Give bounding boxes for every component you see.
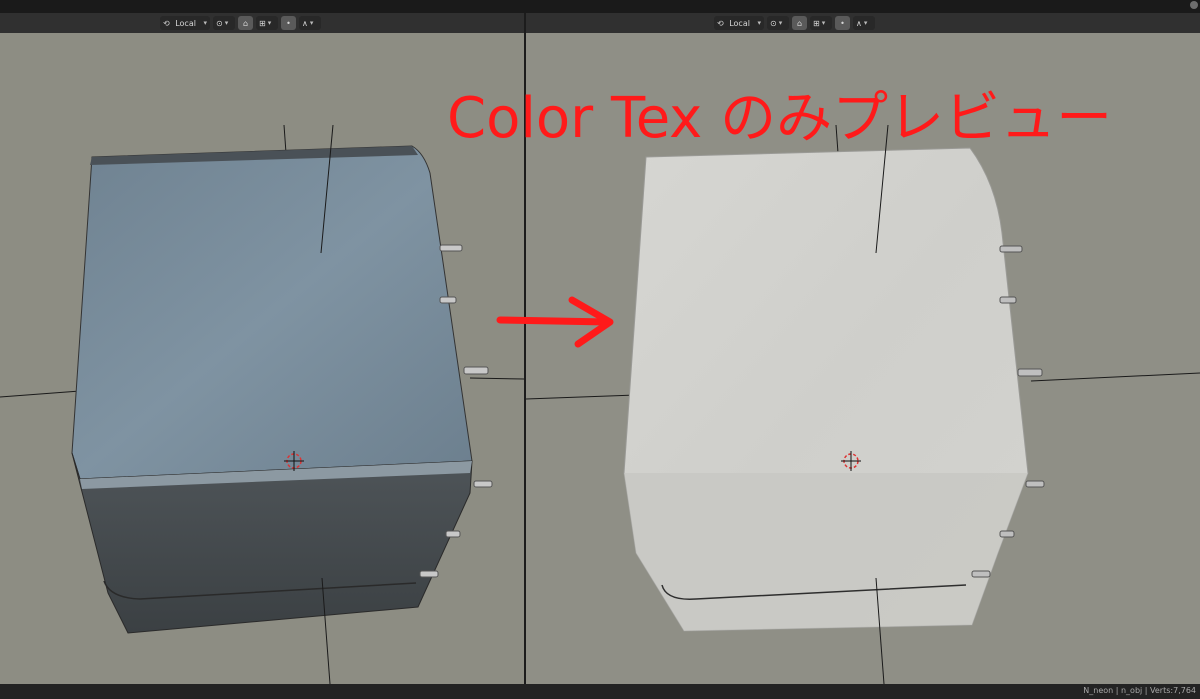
arrow-icon: [496, 296, 614, 348]
status-text: N_neon | n_obj | Verts:7,764: [1083, 686, 1196, 695]
annotation-overlay: Color Tex のみプレビュー: [447, 86, 1112, 348]
status-bar: N_neon | n_obj | Verts:7,764: [0, 684, 1200, 699]
annotation-text: Color Tex のみプレビュー: [447, 86, 1112, 151]
